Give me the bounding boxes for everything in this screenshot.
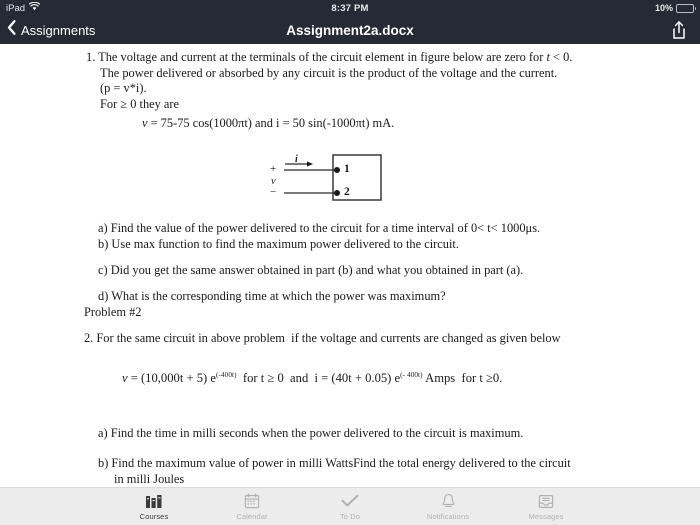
problem-1-line-3: (p = v*i). bbox=[100, 81, 147, 95]
tab-messages-label: Messages bbox=[528, 511, 564, 521]
navigation-bar: Assignment2a.docx Assignments bbox=[0, 16, 700, 44]
problem-2-questions: a) Find the time in milli seconds when t… bbox=[98, 425, 688, 487]
problem-2-exponent-1: (-400t) bbox=[215, 371, 237, 379]
question-2a: a) Find the time in milli seconds when t… bbox=[98, 426, 524, 440]
problem-1-equation-body: = 75-75 cos(1000πt) and i = 50 sin(-1000… bbox=[147, 116, 395, 130]
battery-low-icon bbox=[676, 3, 696, 13]
tab-courses[interactable]: Courses bbox=[117, 488, 192, 525]
question-1c: c) Did you get the same answer obtained … bbox=[98, 263, 524, 277]
problem-2-equation-part2: for t ≥ 0 and i = (40t + 0.05) e bbox=[236, 371, 401, 386]
problem-1-line-4: For ≥ 0 they are bbox=[100, 96, 180, 111]
circuit-element-figure: i + v − 1 2 bbox=[262, 152, 392, 214]
page-title: Assignment2a.docx bbox=[286, 22, 414, 38]
status-bar-right: 10% bbox=[654, 3, 696, 13]
question-1d: d) What is the corresponding time at whi… bbox=[98, 289, 446, 303]
share-button[interactable] bbox=[668, 19, 690, 41]
ipad-document-viewer: iPad 8:37 PM 10% Assignment2a.docx Assig… bbox=[0, 0, 700, 525]
current-label: i bbox=[295, 154, 298, 165]
problem-1-equation: v = 75-75 cos(1000πt) and i = 50 sin(-10… bbox=[86, 116, 686, 132]
problem-2-exponent-2: (- 400t) bbox=[400, 371, 423, 379]
tab-to-do-label: To Do bbox=[339, 511, 361, 521]
back-button[interactable]: Assignments bbox=[7, 16, 95, 44]
chevron-left-icon bbox=[7, 20, 16, 40]
status-bar-clock: 8:37 PM bbox=[331, 2, 369, 14]
plus-terminal-label: + bbox=[270, 163, 277, 175]
problem-1-line-2: The power delivered or absorbed by any c… bbox=[100, 65, 558, 80]
problem-1-questions: a) Find the value of the power delivered… bbox=[98, 220, 688, 304]
problem-2-equation: v = (10,000t + 5) e(-400t) for t ≥ 0 and… bbox=[122, 371, 502, 386]
question-2b-continued: in milli Joules bbox=[114, 472, 185, 486]
minus-terminal-label: − bbox=[270, 186, 277, 198]
tab-to-do[interactable]: To Do bbox=[313, 488, 388, 525]
problem-1-intro-line: 1. The voltage and current at the termin… bbox=[86, 50, 686, 66]
battery-percent-label: 10% bbox=[654, 3, 673, 13]
question-1a: a) Find the value of the power delivered… bbox=[98, 221, 541, 235]
tab-calendar-label: Calendar bbox=[236, 511, 268, 521]
problem-2-equation-part3: Amps for t ≥0. bbox=[422, 371, 503, 386]
terminal-2-label: 2 bbox=[344, 186, 350, 198]
back-button-label: Assignments bbox=[21, 22, 96, 38]
current-arrow-head bbox=[307, 161, 313, 167]
tab-notifications[interactable]: Notifications bbox=[411, 488, 486, 525]
question-1b: b) Use max function to find the maximum … bbox=[98, 237, 459, 251]
problem-1-block: 1. The voltage and current at the termin… bbox=[86, 50, 686, 132]
question-2b: b) Find the maximum value of power in mi… bbox=[98, 456, 571, 470]
document-content: 1. The voltage and current at the termin… bbox=[0, 44, 700, 486]
inbox-icon bbox=[538, 493, 554, 510]
tab-calendar[interactable]: Calendar bbox=[215, 488, 290, 525]
tab-messages[interactable]: Messages bbox=[509, 488, 584, 525]
bottom-tab-bar: Courses Calendar To Do Notifications Mes… bbox=[0, 487, 700, 525]
terminal-dot-2 bbox=[334, 190, 340, 196]
problem-2-intro-line: 2. For the same circuit in above problem… bbox=[84, 331, 561, 345]
circuit-element-box bbox=[332, 154, 382, 201]
calendar-icon bbox=[244, 493, 260, 510]
checkmark-icon bbox=[341, 493, 359, 510]
courses-icon bbox=[145, 493, 163, 510]
problem-2-equation-part1: = (10,000t + 5) e bbox=[127, 371, 216, 386]
terminal-dot-1 bbox=[334, 167, 340, 173]
problem-2-heading: Problem #2 bbox=[84, 305, 142, 319]
bell-icon bbox=[441, 493, 456, 510]
terminal-1-label: 1 bbox=[344, 163, 350, 175]
problem-1-intro-tail: < 0. bbox=[549, 50, 573, 64]
problem-1-intro-text: 1. The voltage and current at the termin… bbox=[86, 50, 547, 64]
document-page[interactable]: 1. The voltage and current at the termin… bbox=[0, 44, 700, 487]
tab-courses-label: Courses bbox=[139, 511, 169, 521]
status-bar: iPad 8:37 PM 10% bbox=[0, 0, 700, 16]
tab-notifications-label: Notifications bbox=[426, 511, 470, 521]
share-icon bbox=[673, 21, 685, 39]
